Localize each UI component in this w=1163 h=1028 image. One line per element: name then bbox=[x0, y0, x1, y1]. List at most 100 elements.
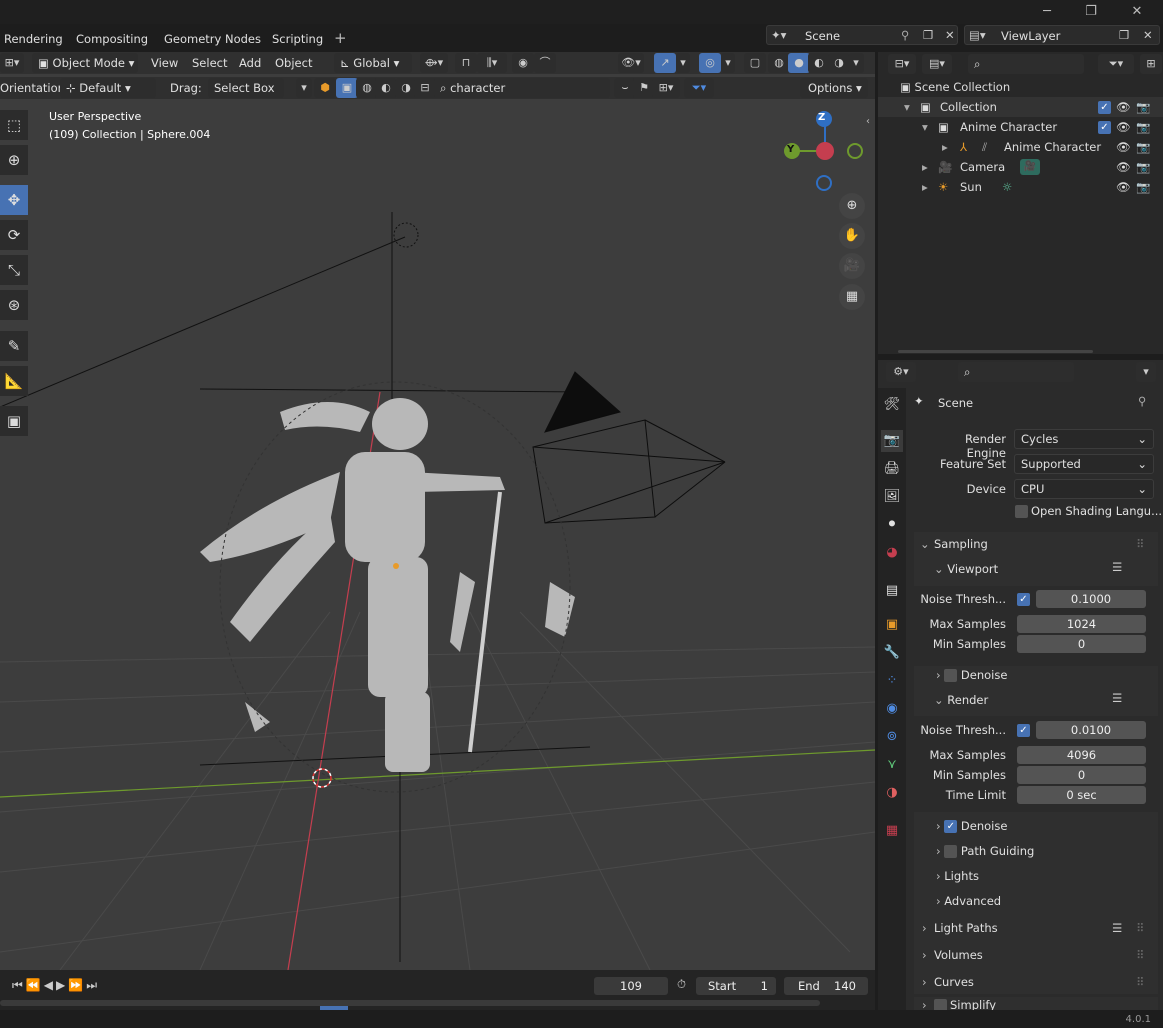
expand-icon[interactable]: ▸ bbox=[922, 157, 928, 177]
outliner-row-collection[interactable]: ▾ ▣ Collection ✓ 👁 📷 bbox=[878, 97, 1163, 117]
stopwatch-icon[interactable]: ⏱ bbox=[677, 977, 686, 992]
camera-view-icon[interactable]: 🎥 bbox=[839, 253, 865, 279]
material-shading-icon[interactable]: ◐ bbox=[808, 53, 830, 73]
drag-menu-icon[interactable]: ▾ bbox=[296, 78, 312, 98]
pin-icon[interactable]: ⚲ bbox=[901, 28, 909, 42]
falloff-icon[interactable]: ⌒ bbox=[534, 53, 556, 73]
minimize-icon[interactable]: ─ bbox=[1038, 3, 1056, 21]
render-engine-dropdown[interactable]: Cycles ⌄ bbox=[1014, 429, 1154, 449]
editor-type-icon[interactable]: ⊞▾ bbox=[0, 53, 24, 73]
eye-icon[interactable]: 👁 bbox=[1116, 137, 1131, 157]
wireframe-shading-icon[interactable]: ◍ bbox=[768, 53, 790, 73]
world-tab-icon[interactable]: ◕ bbox=[881, 542, 903, 564]
3d-viewport[interactable]: Z Y ⊞▾ ▣ Object Mode ▾ View Select Add O… bbox=[0, 52, 875, 970]
vp-noise-field[interactable]: 0.1000 bbox=[1036, 590, 1146, 608]
hierarchy-icon[interactable]: ⊞▾ bbox=[652, 78, 680, 98]
viewport-subpanel-header[interactable]: ⌄ Viewport bbox=[934, 562, 998, 576]
current-frame-field[interactable]: 109 bbox=[594, 977, 668, 995]
menu-object[interactable]: Object bbox=[275, 56, 312, 70]
gizmo-z-label[interactable]: Z bbox=[818, 112, 825, 123]
ortho-grid-icon[interactable]: ▦ bbox=[839, 284, 865, 310]
menu-view[interactable]: View bbox=[151, 56, 178, 70]
collapse-icon[interactable]: ▾ bbox=[904, 97, 910, 117]
osl-checkbox[interactable] bbox=[1015, 505, 1028, 518]
search-field[interactable]: ⌕ character bbox=[434, 78, 610, 98]
drag-dropdown[interactable]: Select Box bbox=[208, 78, 284, 98]
snap-icon[interactable]: ⊓ bbox=[455, 53, 477, 73]
drag-handle-icon[interactable]: ⠿ bbox=[1136, 532, 1144, 556]
render-tab-icon[interactable]: 📷 bbox=[881, 430, 903, 452]
close-icon[interactable]: ✕ bbox=[1128, 3, 1146, 21]
outliner-editor-icon[interactable]: ⊟▾ bbox=[888, 54, 916, 74]
feature-set-dropdown[interactable]: Supported ⌄ bbox=[1014, 454, 1154, 474]
curves-panel-header[interactable]: › Curves ⠿ bbox=[914, 970, 1158, 994]
path-guiding-subpanel[interactable]: › Path Guiding bbox=[936, 844, 1034, 858]
jump-end-icon[interactable]: ⏭ bbox=[86, 978, 100, 992]
device-dropdown[interactable]: CPU ⌄ bbox=[1014, 479, 1154, 499]
light-paths-panel-header[interactable]: › Light Paths ☰ ⠿ bbox=[914, 916, 1158, 940]
overlay-menu-icon[interactable]: ▾ bbox=[721, 53, 735, 73]
maximize-icon[interactable]: ❐ bbox=[1082, 3, 1100, 21]
measure-tool-icon[interactable]: 📐 bbox=[0, 366, 28, 396]
end-frame-field[interactable]: End 140 bbox=[784, 977, 868, 995]
vp-denoise-subpanel[interactable]: › Denoise bbox=[936, 668, 1007, 682]
drag-handle-icon[interactable]: ⠿ bbox=[1136, 943, 1144, 967]
eye-icon[interactable]: 👁 bbox=[1116, 97, 1131, 117]
outliner-scene-collection[interactable]: ▣ Scene Collection bbox=[900, 77, 1010, 97]
menu-select[interactable]: Select bbox=[192, 56, 227, 70]
properties-search[interactable]: ⌕ bbox=[958, 362, 1074, 382]
outliner-row-sun[interactable]: ▸ ☀ Sun ☼ 👁 📷 bbox=[878, 177, 1163, 197]
pivot-icon[interactable]: ⟴▾ bbox=[420, 53, 448, 73]
constraints-tab-icon[interactable]: ⊚ bbox=[881, 726, 903, 748]
add-cube-tool-icon[interactable]: ▣ bbox=[0, 406, 28, 436]
modifier-tab-icon[interactable]: 🔧 bbox=[881, 642, 903, 664]
tool-tab-icon[interactable]: 🛠 bbox=[881, 394, 903, 416]
properties-editor-icon[interactable]: ⚙▾ bbox=[886, 362, 916, 382]
orientation-dropdown[interactable]: ⊹ Default ▾ bbox=[60, 78, 156, 98]
outliner-row-armature[interactable]: ▸ ⅄ ⫽ Anime Character 👁 📷 bbox=[878, 137, 1163, 157]
vp-noise-checkbox[interactable]: ✓ bbox=[1017, 593, 1030, 606]
menu-add[interactable]: Add bbox=[239, 56, 261, 70]
rotate-tool-icon[interactable]: ⟳ bbox=[0, 220, 28, 250]
play-reverse-icon[interactable]: ◀ bbox=[44, 978, 56, 992]
scene-tab-icon[interactable]: ⚫ bbox=[881, 514, 903, 536]
tab-compositing[interactable]: Compositing bbox=[76, 32, 148, 46]
presets-list-icon[interactable]: ☰ bbox=[1112, 560, 1122, 574]
exclude-checkbox[interactable]: ✓ bbox=[1098, 121, 1111, 134]
r-denoise-checkbox[interactable]: ✓ bbox=[944, 820, 958, 833]
scene-selector[interactable]: ✦▾ Scene ⚲ ❐ ✕ bbox=[766, 25, 958, 45]
outliner-row-anime-character[interactable]: ▾ ▣ Anime Character ✓ 👁 📷 bbox=[878, 117, 1163, 137]
sun-data-icon[interactable]: ☼ bbox=[1002, 177, 1012, 197]
annotate-tool-icon[interactable]: ✎ bbox=[0, 331, 28, 361]
solid-shading-icon[interactable]: ● bbox=[788, 53, 810, 73]
play-icon[interactable]: ▶ bbox=[56, 978, 68, 992]
physics-tab-icon[interactable]: ◉ bbox=[881, 698, 903, 720]
transform-tool-icon[interactable]: ⊛ bbox=[0, 290, 28, 320]
view-layer-selector[interactable]: ▤▾ ViewLayer ❐ ✕ bbox=[964, 25, 1160, 45]
render-camera-icon[interactable]: 📷 bbox=[1136, 137, 1150, 157]
collapse-icon[interactable]: ▾ bbox=[922, 117, 928, 137]
render-camera-icon[interactable]: 📷 bbox=[1136, 177, 1150, 197]
light-paths-presets-icon[interactable]: ☰ bbox=[1112, 916, 1122, 940]
gizmo-menu-icon[interactable]: ▾ bbox=[676, 53, 690, 73]
transform-orientation-dropdown[interactable]: ⊾ Global ▾ bbox=[334, 53, 412, 73]
jump-start-icon[interactable]: ⏮ bbox=[12, 978, 26, 992]
timeline-scrollbar[interactable] bbox=[0, 1000, 820, 1006]
outliner-row-camera[interactable]: ▸ 🎥 Camera 🎥 👁 📷 bbox=[878, 157, 1163, 177]
path-guiding-checkbox[interactable] bbox=[944, 845, 958, 858]
advanced-subpanel[interactable]: › Advanced bbox=[936, 894, 1001, 908]
select-tool-icon[interactable]: ⬚ bbox=[0, 110, 28, 140]
scale-tool-icon[interactable]: ⤡ bbox=[0, 255, 28, 285]
time-limit-field[interactable]: 0 sec bbox=[1017, 786, 1146, 804]
eye-icon[interactable]: 👁 bbox=[1116, 157, 1131, 177]
display-mode-icon[interactable]: ▤▾ bbox=[922, 54, 952, 74]
simplify-checkbox[interactable] bbox=[934, 999, 947, 1010]
camera-data-icon[interactable]: 🎥 bbox=[1020, 159, 1040, 175]
r-noise-checkbox[interactable]: ✓ bbox=[1017, 724, 1030, 737]
object-mode-dropdown[interactable]: ▣ Object Mode ▾ bbox=[32, 53, 138, 73]
output-tab-icon[interactable]: 🖨 bbox=[881, 458, 903, 480]
simplify-panel-header[interactable]: › Simplify bbox=[914, 997, 1158, 1010]
rendered-shading-icon[interactable]: ◑ bbox=[828, 53, 850, 73]
sampling-panel-header[interactable]: ⌄ Sampling ⠿ bbox=[914, 532, 1158, 556]
drag-handle-icon[interactable]: ⠿ bbox=[1136, 916, 1144, 940]
